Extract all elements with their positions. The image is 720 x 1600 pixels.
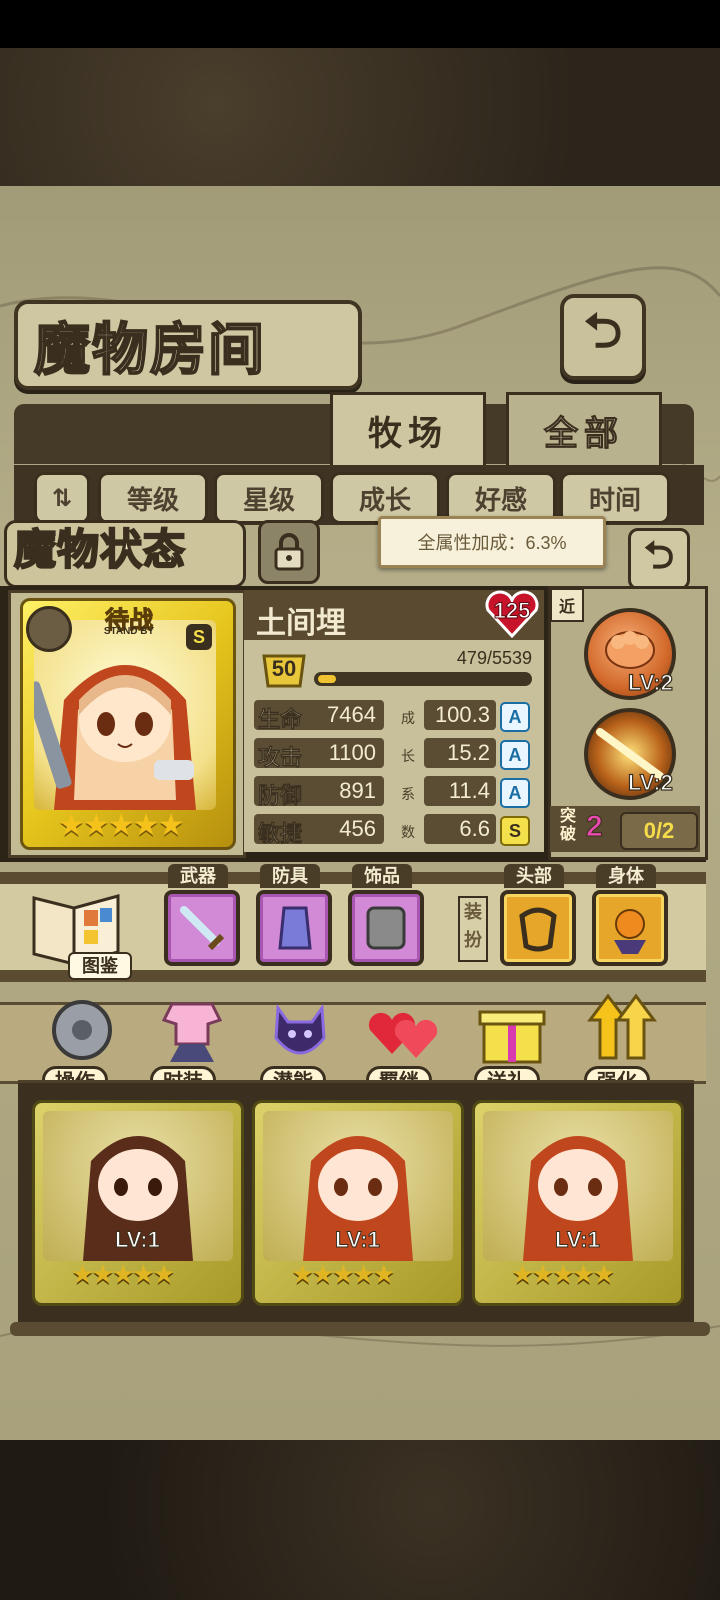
growth-label-char: 数 [401,824,415,840]
background-top [0,48,720,188]
growth-label-char: 长 [401,748,415,764]
card-grade-badge: S [186,624,212,650]
book-label: 图鉴 [68,952,132,980]
sort-toggle-icon: ⇅ [51,484,73,512]
monster-grid-card[interactable]: LV:1 ★★★★★ [32,1100,244,1306]
body-slot-label: 身体 [596,864,656,888]
weapon-slot-label: 武器 [168,864,228,888]
page-title: 魔物房间 [33,316,266,384]
head-slot[interactable] [500,890,576,966]
monster-grid-card[interactable]: LV:1 ★★★★★ [472,1100,684,1306]
lock-icon [274,533,304,571]
exp-text: 479/5539 [456,648,532,668]
growth-def-rank: A [500,778,530,808]
outfit-icon [161,1002,223,1062]
armor-slot-label: 防具 [260,864,320,888]
body-slot[interactable] [592,890,668,966]
sort-star-button[interactable]: 星级 [214,472,324,524]
breakthrough-label: 突破 [559,808,576,843]
tab-all[interactable]: 全部 [506,392,662,468]
attack-range-badge: 近 [550,588,584,622]
armor-slot[interactable] [256,890,332,966]
enhance-button[interactable] [580,988,664,1072]
monster-grid-level: LV:1 [555,1227,601,1253]
affection-value: 125 [493,598,531,624]
breakthrough-progress[interactable]: 0/2 [620,812,698,850]
accessory-slot[interactable] [348,890,424,966]
background-bottom [0,1440,720,1600]
potential-button[interactable] [258,988,342,1072]
stat-atk-label: 攻击 [258,745,303,771]
monster-grid-stars: ★★★★★ [291,1259,396,1289]
back-arrow-icon: ⮌ [643,534,675,577]
upgrade-arrows-icon [587,993,657,1060]
monster-grid-card[interactable]: LV:1 ★★★★★ [252,1100,464,1306]
back-button[interactable]: ⮌ [560,294,646,380]
bonus-tooltip: 全属性加成：6.3% [378,516,606,568]
card-stars: ★★★★★ [58,809,184,842]
monster-grid-stars: ★★★★★ [511,1259,616,1289]
exp-bar [314,672,532,686]
system-status-bar [0,0,720,48]
fashion-button[interactable] [150,988,234,1072]
skill-1-level: LV:2 [627,669,673,695]
bottom-trim [10,1322,710,1336]
accessory-slot-label: 饰品 [352,864,412,888]
status-title: 魔物状态 [13,524,187,575]
monster-name: 土间埋 [256,607,346,640]
gift-icon [478,1010,546,1064]
dress-label: 装扮 [458,896,488,962]
stat-def-label: 防御 [258,783,303,809]
growth-def-value: 11.4 [424,776,496,806]
growth-atk-value: 15.2 [424,738,496,768]
weapon-slot[interactable] [164,890,240,966]
stat-hp-label: 生命 [258,707,303,733]
pumpkin-costume-icon [614,909,646,954]
monster-grid-level: LV:1 [115,1227,161,1253]
skill-2-level: LV:2 [627,769,673,795]
monster-grid-level: LV:1 [335,1227,381,1253]
exp-bar-fill [318,675,336,683]
lock-button[interactable] [258,520,320,584]
growth-hp-rank: A [500,702,530,732]
gift-button[interactable] [470,988,554,1072]
breakthrough-count: 2 [586,810,604,844]
back-arrow-icon: ⮌ [583,304,623,358]
monster-grid-stars: ★★★★★ [71,1259,176,1289]
shadow-demon-icon [274,1003,326,1055]
status-back-button[interactable]: ⮌ [628,528,690,590]
stat-agi-label: 敏捷 [258,821,303,847]
bond-button[interactable] [362,988,446,1072]
tablet-icon [366,906,406,950]
growth-label-char: 成 [401,710,415,726]
growth-agi-rank: S [500,816,530,846]
growth-hp-value: 100.3 [424,700,496,730]
growth-agi-value: 6.6 [424,814,496,844]
standby-banner-sub: STAND BY [103,626,155,637]
element-badge-icon [26,606,72,652]
tab-ranch[interactable]: 牧场 [330,392,486,468]
gauntlet-icon [278,906,312,950]
headband-icon [519,907,557,952]
sword-icon [180,906,225,951]
hearts-icon [368,1012,438,1058]
head-slot-label: 头部 [504,864,564,888]
monster-level: 50 [271,656,297,681]
growth-label-char: 系 [401,786,415,802]
operate-button[interactable] [40,988,124,1072]
gear-icon [52,1000,112,1060]
growth-atk-rank: A [500,740,530,770]
